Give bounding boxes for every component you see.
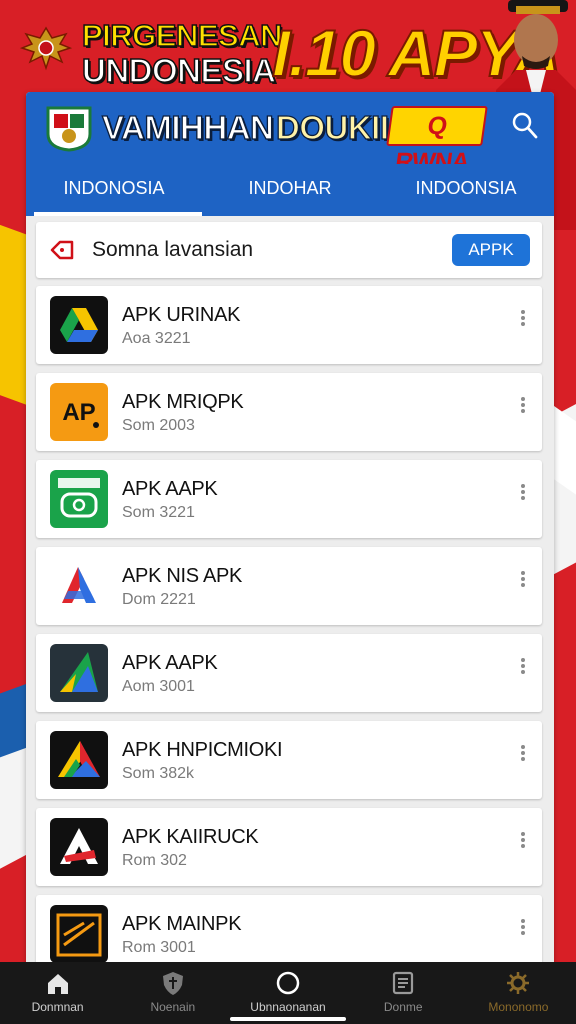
tab-indonosia[interactable]: INDONOSIA	[26, 164, 202, 216]
nav-donme[interactable]: Donme	[346, 962, 461, 1024]
app-bar: VAMIHHAN DOUKII Q RWNA	[26, 92, 554, 176]
banner-title-line2: UNDONESIA	[81, 52, 277, 89]
app-title-secondary: DOUKII	[275, 109, 389, 146]
apk-button[interactable]: APPK	[452, 234, 530, 266]
item-subtitle: Aom 3001	[122, 678, 195, 695]
nav-ubnnaonanan[interactable]: Ubnnaonanan	[230, 962, 346, 1024]
nav-label: Mononomo	[488, 1000, 549, 1014]
app-logo-icon	[46, 106, 92, 152]
more-vert-icon[interactable]	[518, 482, 528, 506]
item-name: APK MRIQPK	[122, 391, 244, 413]
search-icon[interactable]	[510, 110, 538, 140]
nav-label: Ubnnaonanan	[250, 1000, 326, 1014]
tag-icon	[50, 240, 74, 260]
item-subtitle: Som 3221	[122, 504, 195, 521]
app-title: VAMIHHAN	[101, 109, 274, 146]
green-app-icon	[50, 470, 108, 528]
list-item[interactable]: APK MAINPK Rom 3001	[36, 895, 542, 972]
more-vert-icon[interactable]	[518, 656, 528, 680]
item-name: APK HNPICMIOKI	[122, 739, 283, 761]
list-item[interactable]: APK NIS APK Dom 2221	[36, 547, 542, 625]
more-vert-icon[interactable]	[518, 830, 528, 854]
tab-indoonsia[interactable]: INDOONSIA	[378, 164, 554, 216]
item-subtitle: Rom 302	[122, 852, 187, 869]
item-subtitle: Aoa 3221	[122, 330, 191, 347]
item-subtitle: Dom 2221	[122, 591, 196, 608]
filter-label: Somna lavansian	[92, 238, 254, 261]
item-subtitle: Som 2003	[122, 417, 195, 434]
orange-box-icon	[50, 905, 108, 963]
more-vert-icon[interactable]	[518, 395, 528, 419]
more-vert-icon[interactable]	[518, 743, 528, 767]
circle-icon	[276, 971, 300, 995]
item-name: APK KAIIRUCK	[122, 826, 259, 848]
home-icon	[47, 974, 68, 994]
triangle-app-icon	[50, 644, 108, 702]
more-vert-icon[interactable]	[518, 569, 528, 593]
nav-mononomo[interactable]: Mononomo	[461, 962, 576, 1024]
item-subtitle: Som 382k	[122, 765, 195, 782]
list-item[interactable]: APK AAPK Aom 3001	[36, 634, 542, 712]
nav-label: Donmnan	[31, 1000, 84, 1014]
item-subtitle: Rom 3001	[122, 939, 196, 956]
tab-bar: INDONOSIA INDOHAR INDOONSIA	[26, 164, 554, 216]
ap-logo-icon: AP	[50, 383, 108, 441]
garuda-emblem-icon	[19, 26, 73, 71]
app-window: VAMIHHAN DOUKII Q RWNA INDONOSIA INDOHAR…	[26, 92, 554, 972]
gear-icon	[507, 972, 530, 994]
shield-icon	[162, 972, 183, 995]
nav-label: Donme	[383, 1000, 423, 1014]
item-name: APK NIS APK	[122, 565, 243, 587]
list-item[interactable]: APK KAIIRUCK Rom 302	[36, 808, 542, 886]
item-name: APK AAPK	[122, 478, 218, 500]
a-logo-icon	[50, 557, 108, 615]
promo-badge[interactable]: Q RWNA	[386, 106, 488, 176]
item-name: APK AAPK	[122, 652, 218, 674]
nav-noenain[interactable]: Noenain	[115, 962, 230, 1024]
drive-icon	[50, 296, 108, 354]
bottom-navigation: Donmnan Noenain Ubnnaonanan Donme Monono…	[0, 962, 576, 1024]
item-name: APK URINAK	[122, 304, 241, 326]
svg-text:AP: AP	[62, 399, 95, 426]
filter-row: Somna lavansian APPK	[36, 222, 542, 278]
banner-title-line1: PIRGENESAN	[81, 18, 283, 53]
more-vert-icon[interactable]	[518, 308, 528, 332]
nav-home[interactable]: Donmnan	[0, 962, 115, 1024]
list-item[interactable]: AP APK MRIQPK Som 2003	[36, 373, 542, 451]
tab-indohar[interactable]: INDOHAR	[202, 164, 378, 216]
item-name: APK MAINPK	[122, 913, 242, 935]
more-vert-icon[interactable]	[518, 917, 528, 941]
colorful-triangle-icon	[50, 731, 108, 789]
list-item[interactable]: APK URINAK Aoa 3221	[36, 286, 542, 364]
document-icon	[393, 971, 414, 995]
nav-label: Noenain	[150, 1000, 196, 1014]
list-item[interactable]: APK HNPICMIOKI Som 382k	[36, 721, 542, 799]
a-red-icon	[50, 818, 108, 876]
list-item[interactable]: APK AAPK Som 3221	[36, 460, 542, 538]
